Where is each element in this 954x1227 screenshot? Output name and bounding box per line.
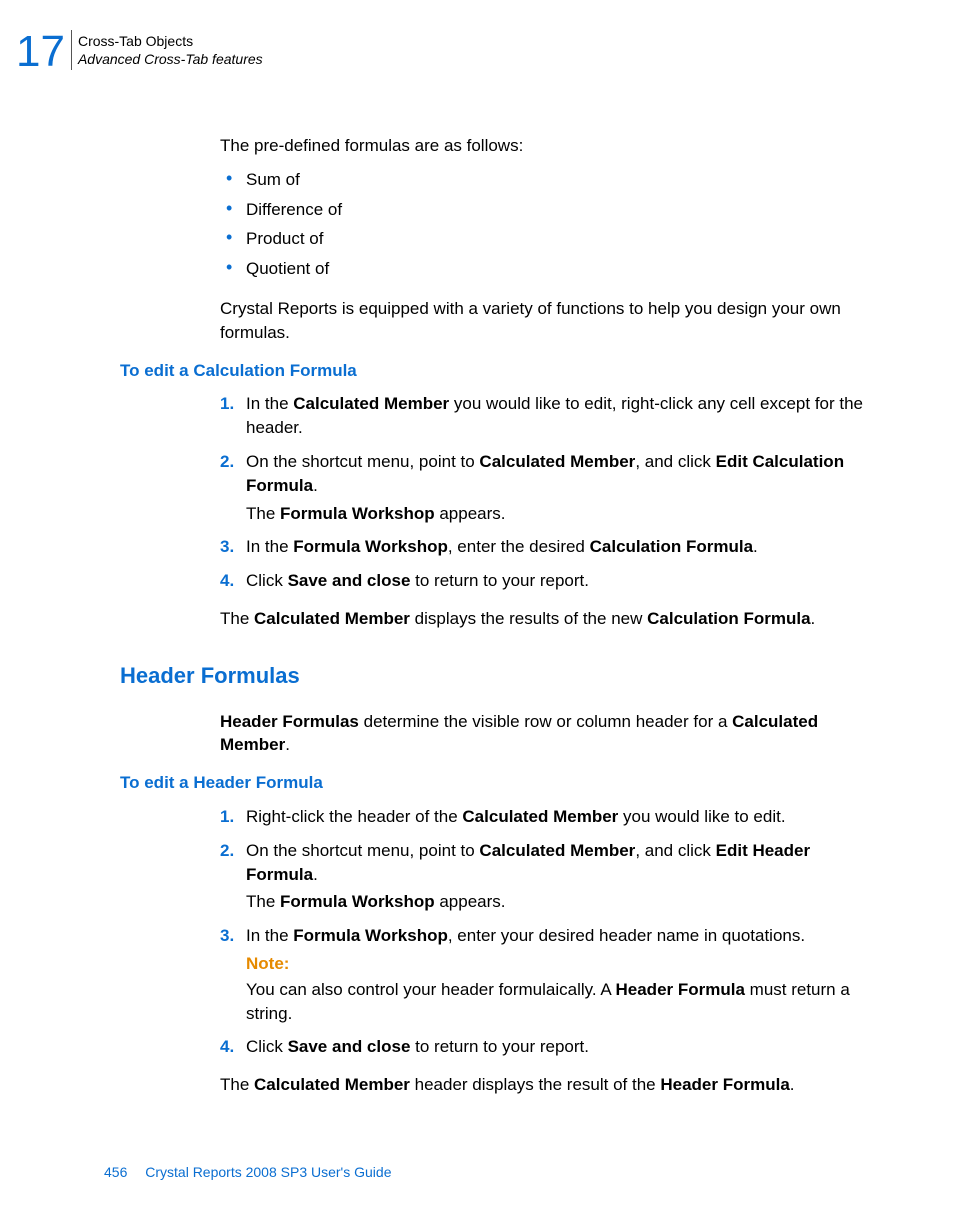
- step-item: On the shortcut menu, point to Calculate…: [220, 450, 874, 525]
- bold-term: Calculated Member: [254, 609, 410, 628]
- bold-term: Calculated Member: [479, 452, 635, 471]
- text: .: [285, 735, 290, 754]
- step-text: .: [753, 537, 758, 556]
- text: header displays the result of the: [410, 1075, 660, 1094]
- heading-header-formulas: Header Formulas: [120, 661, 874, 692]
- bold-term: Calculation Formula: [590, 537, 753, 556]
- bullet-item: Sum of: [220, 168, 874, 192]
- step-text: Right-click the header of the: [246, 807, 462, 826]
- page-footer: 456 Crystal Reports 2008 SP3 User's Guid…: [104, 1163, 391, 1183]
- step-text: you would like to edit.: [618, 807, 785, 826]
- step-item: In the Formula Workshop, enter the desir…: [220, 535, 874, 559]
- header-titles: Cross-Tab Objects Advanced Cross-Tab fea…: [78, 30, 263, 68]
- step-text: The: [246, 504, 280, 523]
- step-text: , and click: [635, 452, 715, 471]
- step-text: , enter the desired: [448, 537, 590, 556]
- bold-term: Header Formula: [660, 1075, 789, 1094]
- header-divider: [71, 30, 72, 70]
- step-text: In the: [246, 537, 293, 556]
- text: .: [790, 1075, 795, 1094]
- step-text: .: [313, 476, 318, 495]
- note-label: Note:: [246, 952, 874, 976]
- text: The: [220, 609, 254, 628]
- step-text: appears.: [435, 892, 506, 911]
- bullet-item: Difference of: [220, 198, 874, 222]
- bullet-item: Product of: [220, 227, 874, 251]
- step-text: In the: [246, 394, 293, 413]
- header-formulas-intro: Header Formulas determine the visible ro…: [220, 710, 874, 758]
- step-text: to return to your report.: [410, 1037, 589, 1056]
- step-item: On the shortcut menu, point to Calculate…: [220, 839, 874, 914]
- steps-edit-calc-formula: In the Calculated Member you would like …: [220, 392, 874, 593]
- result-paragraph: The Calculated Member header displays th…: [220, 1073, 874, 1097]
- step-text: , enter your desired header name in quot…: [448, 926, 805, 945]
- step-item: Click Save and close to return to your r…: [220, 569, 874, 593]
- step-text: Click: [246, 571, 288, 590]
- step-text: On the shortcut menu, point to: [246, 841, 479, 860]
- step-text: Click: [246, 1037, 288, 1056]
- section-title: Advanced Cross-Tab features: [78, 50, 263, 68]
- step-text: In the: [246, 926, 293, 945]
- bold-term: Formula Workshop: [293, 537, 448, 556]
- bold-term: Formula Workshop: [293, 926, 448, 945]
- page-header: 17 Cross-Tab Objects Advanced Cross-Tab …: [16, 30, 894, 74]
- chapter-number: 17: [16, 30, 65, 74]
- subheading-edit-calc-formula: To edit a Calculation Formula: [120, 359, 874, 383]
- bold-term: Save and close: [288, 571, 411, 590]
- bold-term: Calculated Member: [462, 807, 618, 826]
- result-paragraph: The Calculated Member displays the resul…: [220, 607, 874, 631]
- step-text: , and click: [635, 841, 715, 860]
- bold-term: Save and close: [288, 1037, 411, 1056]
- step-text: appears.: [435, 504, 506, 523]
- bold-term: Calculation Formula: [647, 609, 810, 628]
- bold-term: Formula Workshop: [280, 504, 435, 523]
- text: determine the visible row or column head…: [359, 712, 732, 731]
- bold-term: Calculated Member: [293, 394, 449, 413]
- doc-title: Crystal Reports 2008 SP3 User's Guide: [145, 1164, 391, 1180]
- step-result: The Formula Workshop appears.: [246, 502, 874, 526]
- text: displays the results of the new: [410, 609, 647, 628]
- bullet-item: Quotient of: [220, 257, 874, 281]
- note-block: Note: You can also control your header f…: [246, 952, 874, 1025]
- bold-term: Calculated Member: [479, 841, 635, 860]
- note-text: You can also control your header formula…: [246, 980, 616, 999]
- chapter-title: Cross-Tab Objects: [78, 32, 263, 50]
- step-text: On the shortcut menu, point to: [246, 452, 479, 471]
- formula-bullet-list: Sum of Difference of Product of Quotient…: [220, 168, 874, 281]
- body-content: The pre-defined formulas are as follows:…: [220, 134, 874, 345]
- bold-term: Formula Workshop: [280, 892, 435, 911]
- step-item: In the Formula Workshop, enter your desi…: [220, 924, 874, 1025]
- bold-term: Calculated Member: [254, 1075, 410, 1094]
- step-item: In the Calculated Member you would like …: [220, 392, 874, 440]
- intro-paragraph-2: Crystal Reports is equipped with a varie…: [220, 297, 874, 345]
- step-text: The: [246, 892, 280, 911]
- text: The: [220, 1075, 254, 1094]
- page-number: 456: [104, 1164, 127, 1180]
- bold-term: Header Formulas: [220, 712, 359, 731]
- step-text: to return to your report.: [410, 571, 589, 590]
- step-text: .: [313, 865, 318, 884]
- intro-paragraph: The pre-defined formulas are as follows:: [220, 134, 874, 158]
- text: .: [811, 609, 816, 628]
- subheading-edit-header-formula: To edit a Header Formula: [120, 771, 874, 795]
- bold-term: Header Formula: [616, 980, 745, 999]
- step-item: Right-click the header of the Calculated…: [220, 805, 874, 829]
- step-item: Click Save and close to return to your r…: [220, 1035, 874, 1059]
- steps-edit-header-formula: Right-click the header of the Calculated…: [220, 805, 874, 1059]
- step-result: The Formula Workshop appears.: [246, 890, 874, 914]
